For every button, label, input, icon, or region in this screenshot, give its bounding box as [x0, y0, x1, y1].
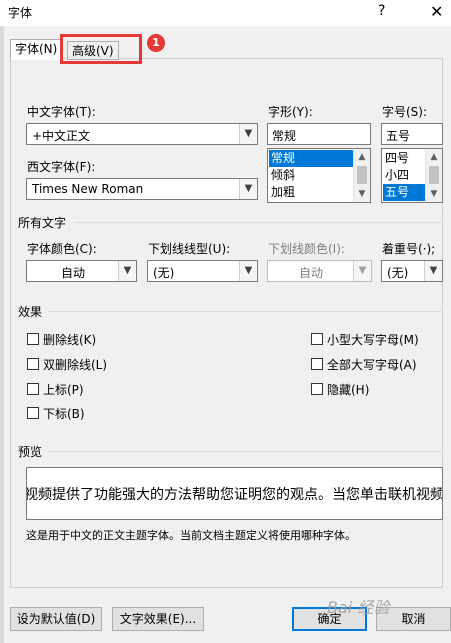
underline-type-label: 下划线线型(U):: [148, 242, 231, 256]
effects-section-label: 效果: [18, 305, 43, 319]
style-input-value: 常规: [272, 129, 297, 143]
font-color-label: 字体颜色(C):: [27, 242, 97, 256]
preview-section-label: 预览: [18, 445, 43, 459]
style-input[interactable]: 常规: [267, 123, 371, 145]
emphasis-mark-combo[interactable]: (无) ▼: [381, 260, 443, 282]
tab-font[interactable]: 字体(N): [10, 39, 63, 60]
underline-type-combo[interactable]: (无) ▼: [147, 260, 258, 282]
style-label: 字形(Y):: [268, 105, 313, 119]
chevron-down-icon[interactable]: ▼: [424, 261, 442, 281]
strikethrough-label[interactable]: 删除线(K): [43, 331, 96, 348]
double-strikethrough-label[interactable]: 双删除线(L): [43, 356, 107, 373]
scroll-thumb[interactable]: [357, 166, 367, 184]
scroll-down-icon[interactable]: ▼: [426, 186, 442, 202]
size-input-value: 五号: [386, 129, 411, 143]
hidden-label[interactable]: 隐藏(H): [327, 381, 369, 398]
all-caps-label[interactable]: 全部大写字母(A): [327, 356, 417, 373]
scroll-down-icon[interactable]: ▼: [354, 186, 370, 202]
subscript-checkbox[interactable]: [27, 407, 39, 419]
size-listbox[interactable]: 四号 小四 五号 ▲ ▼: [381, 148, 443, 203]
scroll-thumb[interactable]: [429, 166, 439, 184]
annotation-highlight-box: [60, 34, 142, 64]
style-listbox[interactable]: 常规 倾斜 加粗 ▲ ▼: [267, 148, 371, 203]
western-font-value: Times New Roman: [32, 182, 144, 196]
chinese-font-combo[interactable]: +中文正文 ▼: [26, 123, 258, 145]
size-option[interactable]: 小四: [383, 167, 425, 184]
subscript-label[interactable]: 下标(B): [43, 405, 85, 422]
small-caps-label[interactable]: 小型大写字母(M): [327, 331, 419, 348]
underline-color-label: 下划线颜色(I):: [268, 242, 345, 256]
scroll-up-icon[interactable]: ▲: [426, 149, 442, 165]
size-option[interactable]: 五号: [383, 184, 425, 201]
strikethrough-checkbox[interactable]: [27, 333, 39, 345]
set-default-button[interactable]: 设为默认值(D): [10, 607, 102, 631]
section-divider: [48, 311, 443, 312]
section-divider: [48, 451, 443, 452]
small-caps-checkbox[interactable]: [311, 333, 323, 345]
underline-color-value: 自动: [298, 266, 323, 280]
window-title: 字体: [8, 6, 33, 20]
superscript-label[interactable]: 上标(P): [43, 381, 84, 398]
chevron-down-icon[interactable]: ▼: [118, 261, 136, 281]
size-option[interactable]: 四号: [383, 150, 425, 167]
chevron-down-icon: ▼: [353, 261, 371, 281]
annotation-badge: 1: [147, 34, 165, 52]
all-text-section-label: 所有文字: [18, 216, 67, 230]
close-button[interactable]: ✕: [430, 2, 443, 21]
section-divider: [74, 222, 443, 223]
size-label: 字号(S):: [382, 105, 428, 119]
preview-sample-text: 视频提供了功能强大的方法帮助您证明您的观点。当您单击联机视频: [26, 487, 443, 503]
size-scrollbar[interactable]: ▲ ▼: [425, 149, 442, 202]
font-color-combo[interactable]: 自动 ▼: [26, 260, 137, 282]
chevron-down-icon[interactable]: ▼: [239, 124, 257, 144]
underline-type-value: (无): [153, 266, 175, 280]
background-window-edge: [0, 26, 4, 643]
style-option[interactable]: 倾斜: [269, 167, 353, 184]
chinese-font-value: +中文正文: [32, 129, 91, 143]
style-scrollbar[interactable]: ▲ ▼: [353, 149, 370, 202]
preview-box: 视频提供了功能强大的方法帮助您证明您的观点。当您单击联机视频: [26, 467, 443, 520]
font-color-value: 自动: [60, 266, 85, 280]
text-effects-button[interactable]: 文字效果(E)...: [112, 607, 204, 631]
size-input[interactable]: 五号: [381, 123, 443, 145]
emphasis-mark-value: (无): [387, 266, 409, 280]
style-option[interactable]: 常规: [269, 150, 353, 167]
all-caps-checkbox[interactable]: [311, 358, 323, 370]
chevron-down-icon[interactable]: ▼: [239, 261, 257, 281]
preview-description: 这是用于中文的正文主题字体。当前文档主题定义将使用哪种字体。: [26, 529, 356, 542]
chevron-down-icon[interactable]: ▼: [239, 179, 257, 199]
double-strikethrough-checkbox[interactable]: [27, 358, 39, 370]
superscript-checkbox[interactable]: [27, 383, 39, 395]
help-button[interactable]: ?: [378, 3, 385, 19]
watermark: Bai 经验: [327, 598, 390, 617]
emphasis-mark-label: 着重号(·);: [382, 242, 436, 256]
hidden-checkbox[interactable]: [311, 383, 323, 395]
western-font-combo[interactable]: Times New Roman ▼: [26, 178, 258, 200]
western-font-label: 西文字体(F):: [27, 160, 96, 174]
chinese-font-label: 中文字体(T):: [27, 105, 96, 119]
scroll-up-icon[interactable]: ▲: [354, 149, 370, 165]
style-option[interactable]: 加粗: [269, 184, 353, 201]
underline-color-combo: 自动 ▼: [267, 260, 372, 282]
